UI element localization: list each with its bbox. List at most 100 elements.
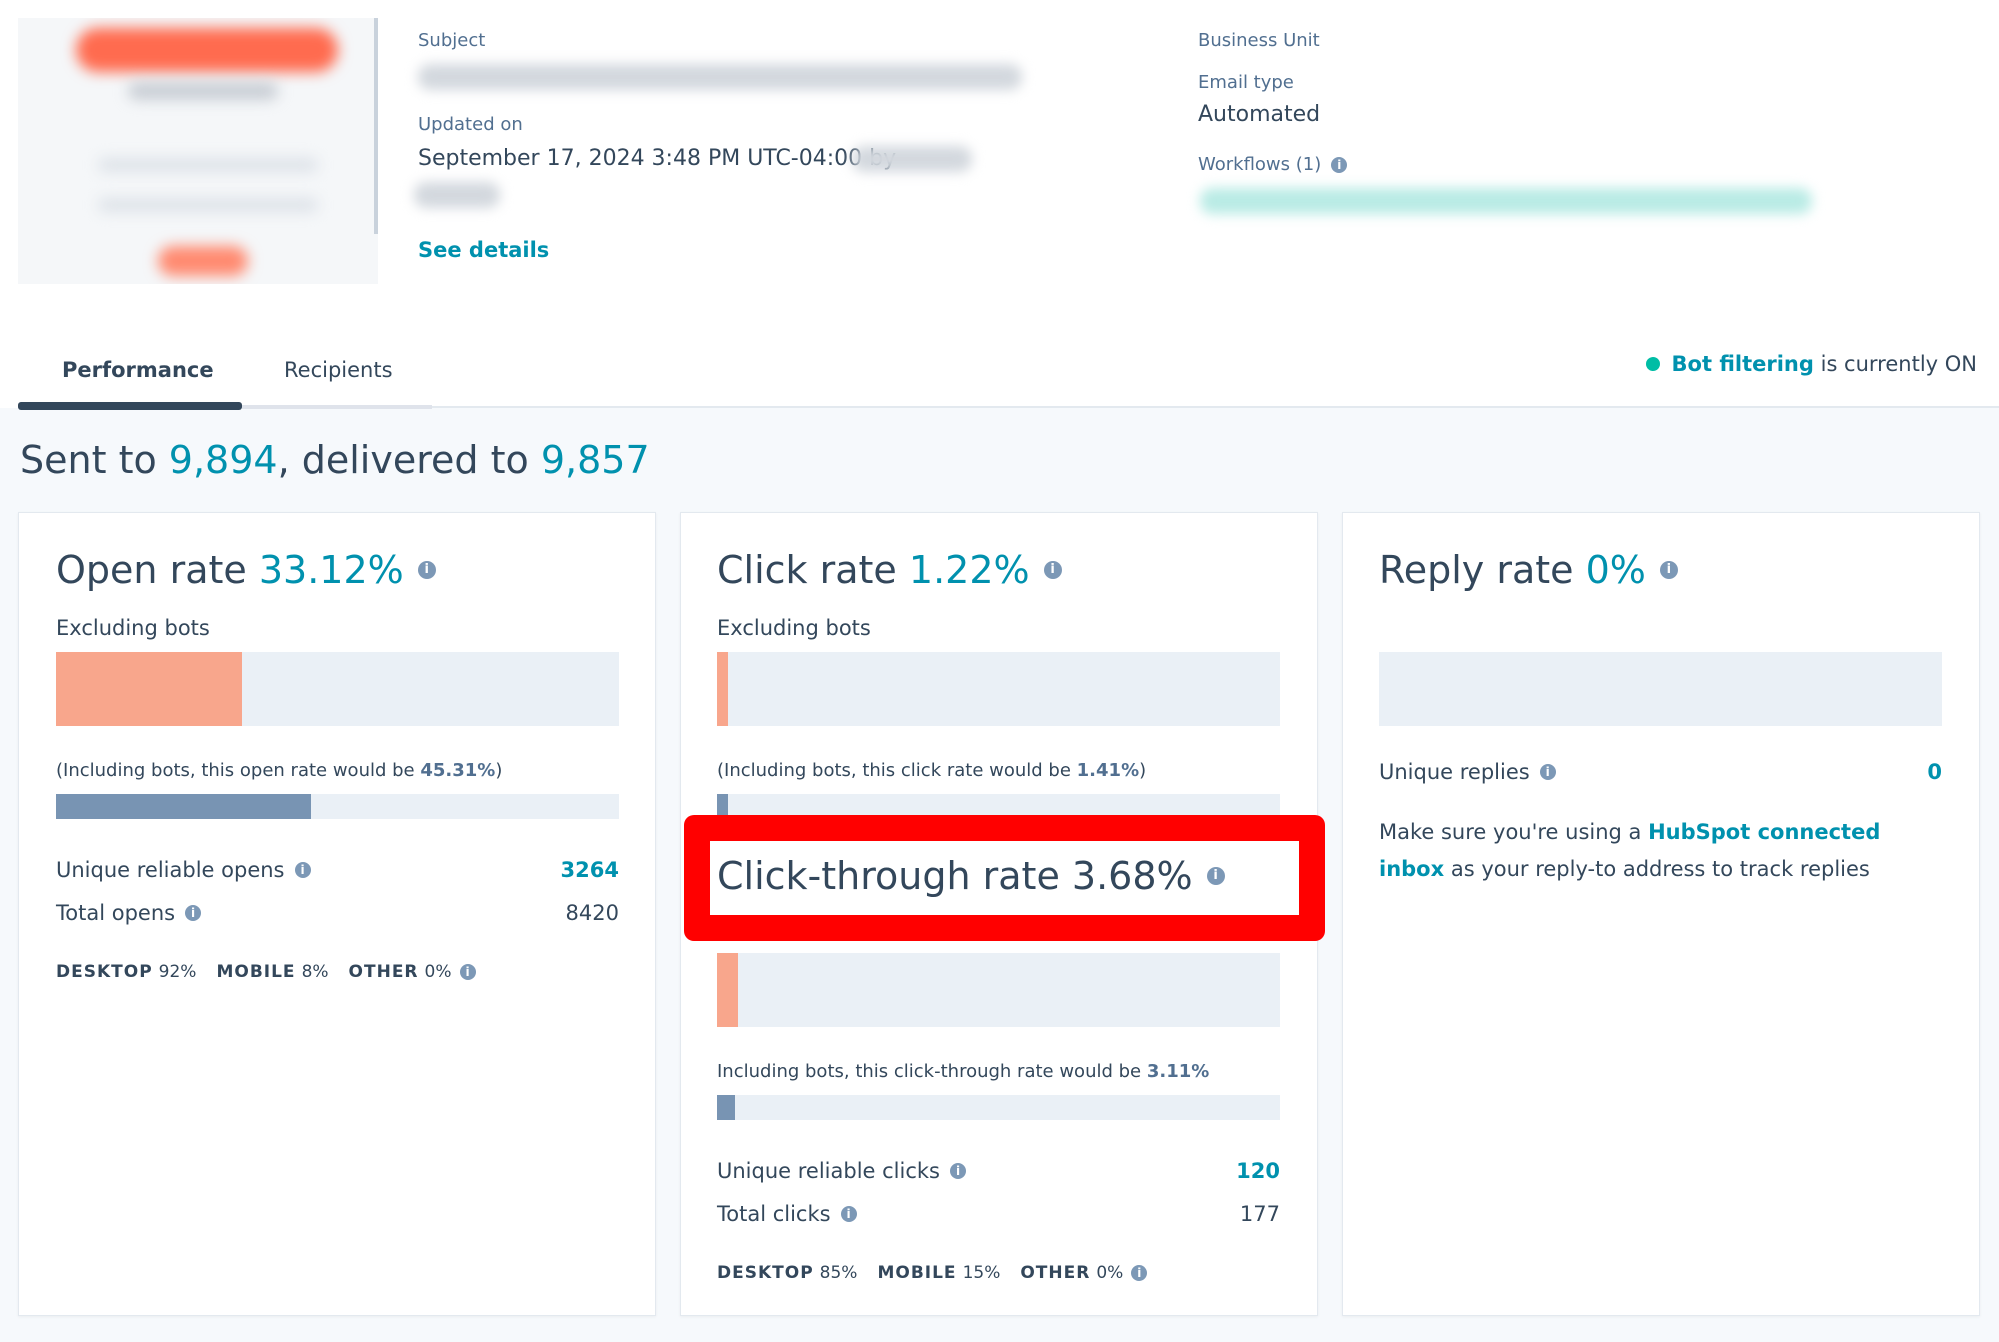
ctr-note-value: 3.11% [1146, 1061, 1210, 1082]
total-clicks-value: 177 [1239, 1202, 1280, 1226]
bot-filtering-link[interactable]: Bot filtering [1672, 352, 1814, 376]
bot-filtering-text: is currently ON [1820, 352, 1977, 376]
unique-replies-row: Unique replies i 0 [1379, 760, 1942, 784]
reply-rate-value: 0% [1585, 548, 1646, 592]
open-rate-bar-fill [56, 652, 243, 726]
device-desktop-label: DESKTOP [56, 962, 153, 982]
unique-clicks-label: Unique reliable clicks [717, 1159, 941, 1183]
workflow-link-redacted[interactable] [1200, 188, 1812, 214]
unique-replies-label: Unique replies [1379, 760, 1530, 784]
total-opens-label: Total opens [56, 901, 176, 925]
total-opens-value: 8420 [565, 901, 619, 925]
reply-tracking-message: Make sure you're using a HubSpot connect… [1379, 814, 1949, 888]
reply-rate-info-icon[interactable]: i [1659, 561, 1678, 579]
reply-rate-label: Reply rate [1379, 548, 1574, 592]
see-details-link[interactable]: See details [418, 238, 549, 262]
subject-label: Subject [418, 30, 486, 51]
click-device-other-value: 0% [1096, 1263, 1124, 1283]
workflows-info-icon[interactable]: i [1331, 156, 1348, 173]
total-opens-row: Total opens i 8420 [56, 901, 619, 925]
bot-filtering-status: Bot filtering is currently ON [1645, 352, 1977, 376]
total-opens-info-icon[interactable]: i [185, 905, 202, 921]
click-through-rate-info-icon[interactable]: i [1206, 867, 1225, 885]
reply-rate-bar [1379, 652, 1942, 726]
subject-value-redacted [418, 64, 1022, 90]
email-preview-thumbnail[interactable] [18, 18, 378, 284]
updated-by-redacted [852, 146, 972, 172]
click-note-suffix: ) [1139, 760, 1147, 781]
click-device-desktop-label: DESKTOP [717, 1263, 814, 1283]
business-unit-label: Business Unit [1198, 30, 1320, 51]
click-rate-including-bots-note: (Including bots, this click rate would b… [717, 760, 1146, 781]
unique-opens-label: Unique reliable opens [56, 858, 285, 882]
unique-opens-value[interactable]: 3264 [561, 858, 619, 882]
device-desktop-value: 92% [158, 962, 197, 982]
unique-opens-info-icon[interactable]: i [294, 862, 311, 878]
ctr-note-prefix: Including bots, this click-through rate … [717, 1061, 1147, 1082]
email-type-value: Automated [1198, 102, 1321, 127]
click-note-prefix: (Including bots, this click rate would b… [717, 760, 1077, 781]
click-rate-bar [717, 652, 1280, 726]
click-device-mobile-label: MOBILE [877, 1263, 957, 1283]
click-through-rate-title: Click-through rate 3.68% i [717, 854, 1225, 898]
click-rate-value: 1.22% [908, 548, 1030, 592]
click-rate-label: Click rate [717, 548, 897, 592]
total-clicks-row: Total clicks i 177 [717, 1202, 1280, 1226]
reply-msg-suffix: as your reply-to address to track replie… [1444, 857, 1870, 881]
tab-recipients[interactable]: Recipients [284, 358, 393, 382]
workflows-label-row: Workflows (1) i [1198, 154, 1348, 175]
click-device-info-icon[interactable]: i [1131, 1265, 1148, 1281]
open-device-breakdown: DESKTOP 92% MOBILE 8% OTHER 0% i [56, 962, 476, 982]
open-note-value: 45.31% [420, 760, 496, 781]
updated-value: September 17, 2024 3:48 PM UTC-04:00 by [418, 146, 897, 171]
unique-replies-value[interactable]: 0 [1927, 760, 1942, 784]
open-rate-including-bots-note: (Including bots, this open rate would be… [56, 760, 502, 781]
summary-middle: , delivered to [277, 438, 541, 482]
sent-delivered-summary: Sent to 9,894, delivered to 9,857 [20, 438, 650, 482]
summary-prefix: Sent to [20, 438, 169, 482]
ctr-incl-bar-fill [717, 1095, 735, 1120]
click-device-mobile-value: 15% [962, 1263, 1001, 1283]
click-rate-subtitle: Excluding bots [717, 616, 871, 640]
open-rate-bar [56, 652, 619, 726]
ctr-incl-bar [717, 1095, 1280, 1120]
device-info-icon[interactable]: i [459, 964, 476, 980]
updated-label: Updated on [418, 114, 523, 135]
open-rate-value: 33.12% [258, 548, 404, 592]
device-other-label: OTHER [348, 962, 419, 982]
click-rate-bar-fill [717, 652, 729, 726]
ctr-including-bots-note: Including bots, this click-through rate … [717, 1061, 1209, 1082]
total-clicks-label: Total clicks [717, 1202, 831, 1226]
reply-msg-prefix: Make sure you're using a [1379, 820, 1649, 844]
workflows-label: Workflows (1) [1198, 154, 1322, 175]
tab-performance[interactable]: Performance [62, 358, 214, 382]
reply-rate-card [1342, 512, 1980, 1316]
click-through-rate-label: Click-through rate 3.68% [717, 854, 1193, 898]
open-note-suffix: ) [495, 760, 503, 781]
unique-opens-row: Unique reliable opens i 3264 [56, 858, 619, 882]
ctr-bar [717, 953, 1280, 1027]
total-clicks-info-icon[interactable]: i [840, 1206, 857, 1222]
email-type-label: Email type [1198, 72, 1294, 93]
open-rate-info-icon[interactable]: i [417, 561, 436, 579]
device-mobile-label: MOBILE [216, 962, 296, 982]
open-note-prefix: (Including bots, this open rate would be [56, 760, 421, 781]
unique-replies-info-icon[interactable]: i [1539, 764, 1556, 780]
unique-clicks-row: Unique reliable clicks i 120 [717, 1159, 1280, 1183]
unique-clicks-value[interactable]: 120 [1236, 1159, 1280, 1183]
open-rate-incl-bar [56, 794, 619, 819]
click-rate-info-icon[interactable]: i [1043, 561, 1062, 579]
thumbnail-divider [374, 18, 378, 234]
device-mobile-value: 8% [301, 962, 329, 982]
ctr-bar-fill [717, 953, 738, 1027]
click-device-breakdown: DESKTOP 85% MOBILE 15% OTHER 0% i [717, 1263, 1148, 1283]
click-device-desktop-value: 85% [819, 1263, 858, 1283]
reply-rate-title: Reply rate 0% i [1379, 548, 1678, 592]
device-other-value: 0% [424, 962, 452, 982]
sent-count: 9,894 [168, 438, 278, 482]
open-rate-subtitle: Excluding bots [56, 616, 210, 640]
unique-clicks-info-icon[interactable]: i [950, 1163, 967, 1179]
tab-recipients-underline [242, 405, 432, 409]
status-dot-icon [1645, 357, 1660, 371]
click-device-other-label: OTHER [1020, 1263, 1091, 1283]
